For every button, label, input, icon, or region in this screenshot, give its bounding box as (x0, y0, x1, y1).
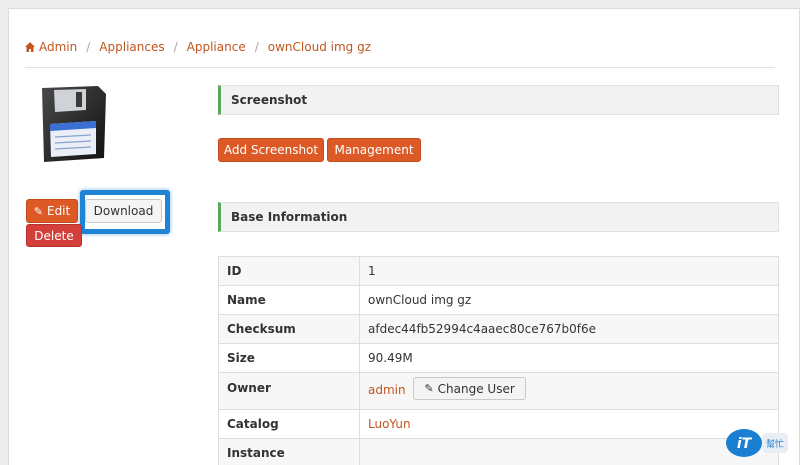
table-row: Instance (218, 438, 779, 465)
edit-icon: ✎ (424, 382, 434, 395)
row-label: ID (218, 256, 360, 286)
breadcrumb-separator: / (86, 40, 91, 54)
download-highlight-frame (80, 190, 170, 234)
table-row: Checksum afdec44fb52994c4aaec80ce767b0f6… (218, 314, 779, 344)
breadcrumb-separator: / (173, 40, 178, 54)
edit-button-label: Edit (46, 204, 71, 218)
table-row: ID 1 (218, 256, 779, 286)
row-value: admin ✎ Change User (359, 372, 779, 410)
delete-button[interactable]: Delete (26, 224, 82, 247)
row-value: 1 (359, 256, 779, 286)
header-divider (25, 67, 775, 68)
breadcrumb-current: ownCloud img gz (267, 40, 371, 54)
base-information-table: ID 1 Name ownCloud img gz Checksum afdec… (218, 256, 779, 465)
table-row: Owner admin ✎ Change User (218, 372, 779, 410)
home-icon (25, 42, 35, 52)
table-row: Size 90.49M (218, 343, 779, 373)
row-value (359, 438, 779, 465)
row-label: Instance (218, 438, 360, 465)
row-value: afdec44fb52994c4aaec80ce767b0f6e (359, 314, 779, 344)
row-value: LuoYun (359, 409, 779, 439)
breadcrumb-appliance[interactable]: Appliance (187, 40, 246, 54)
edit-icon: ✎ (33, 204, 43, 218)
management-label: Management (334, 143, 414, 157)
row-value: ownCloud img gz (359, 285, 779, 315)
row-value: 90.49M (359, 343, 779, 373)
row-label: Catalog (218, 409, 360, 439)
floppy-disk-icon (42, 86, 106, 162)
catalog-link[interactable]: LuoYun (368, 417, 411, 431)
watermark-logo: iT 幫忙 (726, 429, 788, 457)
row-label: Name (218, 285, 360, 315)
row-label: Size (218, 343, 360, 373)
row-label: Owner (218, 372, 360, 410)
owner-link[interactable]: admin (368, 383, 406, 397)
breadcrumb-separator: / (254, 40, 259, 54)
table-row: Catalog LuoYun (218, 409, 779, 439)
row-label: Checksum (218, 314, 360, 344)
delete-button-label: Delete (34, 228, 74, 243)
screenshot-section-header: Screenshot (218, 85, 779, 115)
edit-button[interactable]: ✎ Edit (26, 199, 78, 223)
base-information-header: Base Information (218, 202, 779, 232)
breadcrumb-admin[interactable]: Admin (39, 40, 77, 54)
breadcrumb: Admin / Appliances / Appliance / ownClou… (25, 38, 371, 56)
svg-text:iT: iT (737, 436, 753, 452)
add-screenshot-button[interactable]: Add Screenshot (218, 138, 324, 162)
management-button[interactable]: Management (327, 138, 421, 162)
change-user-button[interactable]: ✎ Change User (413, 377, 526, 400)
breadcrumb-appliances[interactable]: Appliances (99, 40, 164, 54)
change-user-label: Change User (437, 381, 515, 396)
svg-text:幫忙: 幫忙 (766, 438, 784, 450)
table-row: Name ownCloud img gz (218, 285, 779, 315)
add-screenshot-label: Add Screenshot (223, 143, 319, 157)
